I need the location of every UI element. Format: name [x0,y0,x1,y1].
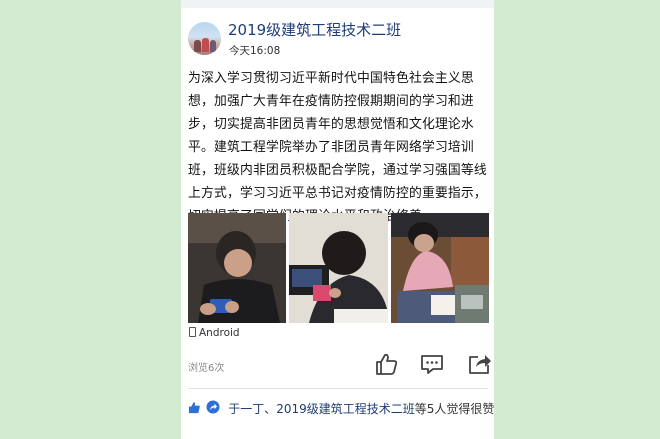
divider [188,388,488,389]
thumbs-up-icon [188,399,201,418]
photo-student-studying-at-table[interactable] [391,213,489,323]
like-button[interactable] [374,351,400,377]
feed-post-card: 2019级建筑工程技术二班 今天16:08 为深入学习贯彻习近平新时代中国特色社… [181,0,494,439]
share-badge-icon [206,399,220,418]
phone-icon [189,327,196,337]
likes-summary[interactable]: 于一丁、2019级建筑工程技术二班等5人觉得很赞 [188,398,494,418]
group-name[interactable]: 2019级建筑工程技术二班 [228,19,401,40]
comment-button[interactable] [419,351,445,377]
comment-icon [421,355,443,374]
share-button[interactable] [466,351,492,377]
likes-count-text: 等5人觉得很赞 [414,402,494,416]
photo-student-writing[interactable] [289,213,388,323]
top-strip [181,0,494,8]
thumbs-up-icon [376,353,398,375]
post-time: 今天16:08 [229,45,281,57]
post-body-text: 为深入学习贯彻习近平新时代中国特色社会主义思想，加强广大青年在疫情防控假期期间的… [188,71,487,224]
share-icon [469,355,491,374]
view-count: 浏览6次 [188,363,225,374]
group-avatar[interactable] [188,22,221,55]
photo-grid [188,213,489,323]
likers-names[interactable]: 于一丁、2019级建筑工程技术二班 [228,402,415,416]
photo-student-with-phone[interactable] [188,213,286,323]
platform-text: Android [199,327,240,339]
platform-label: Android [189,327,240,339]
